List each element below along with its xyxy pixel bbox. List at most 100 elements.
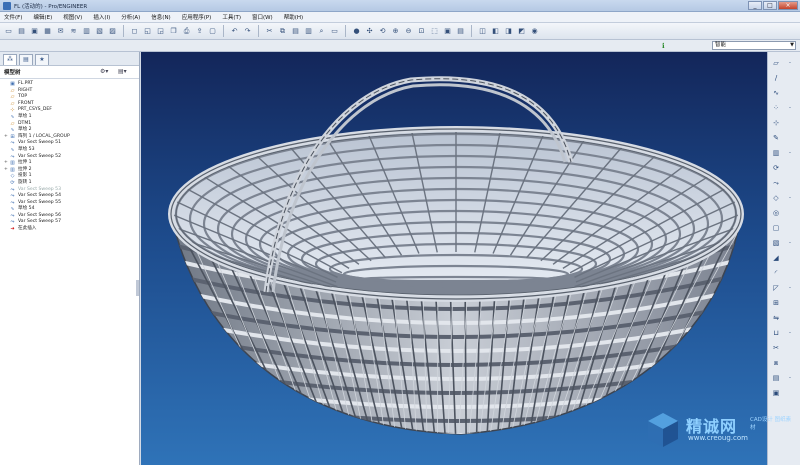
tree-item[interactable]: ∿ 草绘 2 <box>4 127 139 134</box>
open-folder-icon[interactable]: ▤ <box>16 26 27 37</box>
thicken-icon[interactable]: ▤ <box>771 373 781 383</box>
paste-special-icon[interactable]: ▥ <box>303 26 314 37</box>
panel-splitter[interactable] <box>136 280 139 296</box>
paste-icon[interactable]: ▤ <box>290 26 301 37</box>
tree-item[interactable]: + ▥ 拉伸 1 <box>4 160 139 167</box>
save-as-icon[interactable]: ◲ <box>155 26 166 37</box>
new-doc-icon[interactable]: ◻ <box>129 26 140 37</box>
revolve-icon[interactable]: ⟳ <box>771 163 781 173</box>
menu-tools[interactable]: 工具(T) <box>222 13 241 21</box>
find-icon[interactable]: ⌕ <box>316 26 327 37</box>
send-icon[interactable]: ⇪ <box>194 26 205 37</box>
menu-applications[interactable]: 应用程序(P) <box>182 13 212 21</box>
menu-edit[interactable]: 编辑(E) <box>33 13 52 21</box>
regenerate-icon[interactable]: ≋ <box>68 26 79 37</box>
orient-icon[interactable]: ⟲ <box>377 26 388 37</box>
select-box-icon[interactable]: ▭ <box>329 26 340 37</box>
no-hidden-icon[interactable]: ◨ <box>503 26 514 37</box>
toolbar-dropdown-icon[interactable]: · <box>785 103 795 113</box>
menu-insert[interactable]: 插入(I) <box>93 13 110 21</box>
menu-help[interactable]: 帮助(H) <box>284 13 303 21</box>
spin-center-icon[interactable]: ✣ <box>364 26 375 37</box>
tree-item[interactable]: ▣ FL.PRT <box>4 81 139 88</box>
undo-icon[interactable]: ↶ <box>229 26 240 37</box>
graphics-viewport[interactable] <box>141 52 767 465</box>
tree-item[interactable]: ⤳ Var Sect Sweep 54 <box>4 193 139 200</box>
hole-icon[interactable]: ◎ <box>771 208 781 218</box>
minimize-button[interactable]: _ <box>748 1 762 10</box>
tree-item[interactable]: ◇ 投影 1 <box>4 173 139 180</box>
wireframe-icon[interactable]: ◫ <box>477 26 488 37</box>
blend-icon[interactable]: ◇ <box>771 193 781 203</box>
view-manager-icon[interactable]: ▤ <box>455 26 466 37</box>
csys-icon[interactable]: ⊹ <box>771 118 781 128</box>
selection-filter[interactable]: 智能 ▼ <box>712 41 796 50</box>
print-preview-icon[interactable]: ⎙ <box>181 26 192 37</box>
toolbar-dropdown-icon[interactable]: · <box>785 373 795 383</box>
toolbar-dropdown-icon[interactable]: · <box>785 283 795 293</box>
chamfer-icon[interactable]: ◸ <box>771 283 781 293</box>
maximize-button[interactable]: □ <box>763 1 777 10</box>
toolbar-dropdown-icon[interactable]: · <box>785 193 795 203</box>
tree-item[interactable]: ∿ 草绘 1 <box>4 114 139 121</box>
shading-icon[interactable]: ● <box>351 26 362 37</box>
menu-window[interactable]: 窗口(W) <box>252 13 273 21</box>
tree-show-icon[interactable]: ▤▾ <box>118 68 127 75</box>
round-icon[interactable]: ◜ <box>771 268 781 278</box>
hidden-line-icon[interactable]: ◧ <box>490 26 501 37</box>
menu-info[interactable]: 信息(N) <box>151 13 170 21</box>
saved-views-icon[interactable]: ▣ <box>442 26 453 37</box>
tree-item[interactable]: ∿ 草绘 53 <box>4 147 139 154</box>
tree-item[interactable]: ⊹ PRT_CSYS_DEF <box>4 107 139 114</box>
trim-icon[interactable]: ✂ <box>771 343 781 353</box>
save-icon[interactable]: ▣ <box>29 26 40 37</box>
sketch-icon[interactable]: ✎ <box>771 133 781 143</box>
datum-curve-icon[interactable]: ∿ <box>771 88 781 98</box>
menu-file[interactable]: 文件(F) <box>4 13 22 21</box>
shell-icon[interactable]: ▢ <box>771 223 781 233</box>
tab-favorites[interactable]: ★ <box>35 54 49 65</box>
fit-icon[interactable]: ⊡ <box>416 26 427 37</box>
model-icon[interactable]: ▢ <box>207 26 218 37</box>
tab-model-tree[interactable]: ⁂ <box>3 54 17 65</box>
sweep-icon[interactable]: ⤳ <box>771 178 781 188</box>
offset-icon[interactable]: ⧈ <box>771 358 781 368</box>
zoom-in-icon[interactable]: ⊕ <box>390 26 401 37</box>
datum-plane-icon[interactable]: ▱ <box>771 58 781 68</box>
redo-icon[interactable]: ↷ <box>242 26 253 37</box>
rib-icon[interactable]: ▧ <box>771 238 781 248</box>
datum-axis-icon[interactable]: / <box>771 73 781 83</box>
menu-analysis[interactable]: 分析(A) <box>121 13 140 21</box>
email-icon[interactable]: ✉ <box>55 26 66 37</box>
extrude-icon[interactable]: ▥ <box>771 148 781 158</box>
zoom-out-icon[interactable]: ⊖ <box>403 26 414 37</box>
settings-icon[interactable]: ▨ <box>107 26 118 37</box>
info-icon[interactable]: ℹ <box>662 42 669 50</box>
merge-icon[interactable]: ⊔ <box>771 328 781 338</box>
solidify-icon[interactable]: ▣ <box>771 388 781 398</box>
print-icon[interactable]: ▦ <box>42 26 53 37</box>
toolbar-dropdown-icon[interactable]: · <box>785 58 795 68</box>
shaded-icon[interactable]: ◩ <box>516 26 527 37</box>
tree-item[interactable]: ⟳ 旋转 1 <box>4 180 139 187</box>
cut-icon[interactable]: ✂ <box>264 26 275 37</box>
toolbar-dropdown-icon[interactable]: · <box>785 328 795 338</box>
menu-view[interactable]: 视图(V) <box>63 13 82 21</box>
tree-item[interactable]: ∿ 草绘 54 <box>4 206 139 213</box>
view-orient-icon[interactable]: ⬚ <box>429 26 440 37</box>
draft-icon[interactable]: ◢ <box>771 253 781 263</box>
tree-item[interactable]: ⤳ Var Sect Sweep 51 <box>4 140 139 147</box>
toolbar-dropdown-icon[interactable]: · <box>785 238 795 248</box>
copy-icon[interactable]: ❐ <box>168 26 179 37</box>
toolbar-dropdown-icon[interactable]: · <box>785 148 795 158</box>
tab-folder-browser[interactable]: ▤ <box>19 54 33 65</box>
appearance-icon[interactable]: ◉ <box>529 26 540 37</box>
table-icon[interactable]: ▥ <box>81 26 92 37</box>
mirror-icon[interactable]: ⇋ <box>771 313 781 323</box>
chevron-down-icon[interactable]: ▼ <box>790 42 794 49</box>
open-icon[interactable]: ◱ <box>142 26 153 37</box>
tree-item[interactable]: ➜ 在此插入 <box>4 226 139 233</box>
layer-icon[interactable]: ▧ <box>94 26 105 37</box>
close-button[interactable]: × <box>778 1 798 10</box>
copy-feature-icon[interactable]: ⧉ <box>277 26 288 37</box>
